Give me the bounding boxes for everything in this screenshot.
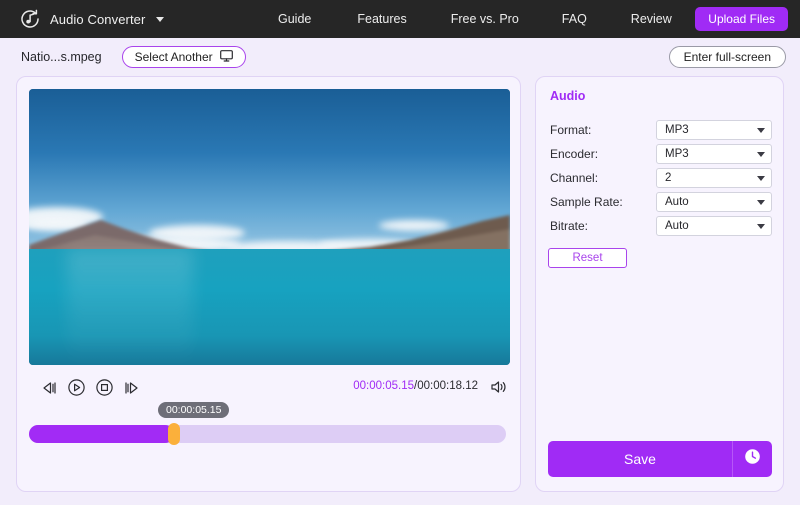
chevron-down-icon [757, 127, 765, 133]
encoder-label: Encoder: [550, 147, 599, 161]
select-another-label: Select Another [134, 50, 213, 64]
setting-row-encoder: Encoder: MP3 [550, 142, 772, 166]
progress-handle[interactable] [168, 423, 180, 445]
clock-icon [744, 448, 761, 470]
channel-label: Channel: [550, 171, 599, 185]
audio-settings-panel: Audio Format: MP3 Encoder: MP3 Channel: [535, 76, 784, 492]
panel-title: Audio [550, 89, 586, 103]
format-select[interactable]: MP3 [656, 120, 772, 140]
schedule-button[interactable] [732, 441, 772, 477]
volume-icon[interactable] [490, 379, 508, 400]
brand-logo[interactable]: Audio Converter [19, 8, 165, 30]
save-button-group: Save [548, 441, 772, 477]
encoder-select[interactable]: MP3 [656, 144, 772, 164]
setting-row-sample-rate: Sample Rate: Auto [550, 190, 772, 214]
forward-icon[interactable] [124, 381, 140, 400]
setting-row-format: Format: MP3 [550, 118, 772, 142]
setting-row-channel: Channel: 2 [550, 166, 772, 190]
settings-list: Format: MP3 Encoder: MP3 Channel: 2 Samp… [550, 118, 772, 238]
nav-link-faq[interactable]: FAQ [562, 12, 587, 26]
channel-select[interactable]: 2 [656, 168, 772, 188]
top-navigation-bar: Audio Converter Guide Features Free vs. … [0, 0, 800, 38]
scrubber-tooltip: 00:00:05.15 [158, 402, 230, 418]
stop-icon[interactable] [96, 379, 113, 401]
total-time: 00:00:18.12 [417, 380, 478, 392]
nav-link-free-vs-pro[interactable]: Free vs. Pro [451, 12, 519, 26]
bitrate-value: Auto [665, 220, 689, 232]
sample-rate-value: Auto [665, 196, 689, 208]
upload-files-button[interactable]: Upload Files [695, 7, 788, 31]
time-display: 00:00:05.15 / 00:00:18.12 [353, 380, 478, 392]
nav-link-features[interactable]: Features [357, 12, 406, 26]
water-sheen [67, 249, 193, 365]
bitrate-label: Bitrate: [550, 219, 589, 233]
brand-name: Audio Converter [50, 11, 146, 27]
play-icon[interactable] [68, 379, 85, 401]
player-controls [41, 379, 140, 401]
monitor-icon [219, 49, 233, 65]
progress-bar[interactable] [29, 423, 506, 445]
current-time: 00:00:05.15 [353, 380, 415, 392]
sample-rate-label: Sample Rate: [550, 195, 623, 209]
rewind-icon[interactable] [41, 381, 57, 400]
format-label: Format: [550, 123, 592, 137]
chevron-down-icon [757, 151, 765, 157]
select-another-button[interactable]: Select Another [121, 46, 246, 68]
chevron-down-icon [757, 199, 765, 205]
progress-fill [29, 425, 174, 443]
setting-row-bitrate: Bitrate: Auto [550, 214, 772, 238]
current-file-name: Natio...s.mpeg [21, 50, 102, 64]
main-content: 00:00:05.15 / 00:00:18.12 00:00:05.15 Au… [0, 76, 800, 492]
convert-music-icon [19, 8, 41, 30]
nav-links: Guide Features Free vs. Pro FAQ Review [278, 0, 672, 38]
channel-value: 2 [665, 172, 672, 184]
nav-link-guide[interactable]: Guide [278, 12, 311, 26]
file-toolbar: Natio...s.mpeg Select Another Enter full… [0, 38, 800, 76]
preview-panel: 00:00:05.15 / 00:00:18.12 00:00:05.15 [16, 76, 521, 492]
sample-rate-select[interactable]: Auto [656, 192, 772, 212]
format-value: MP3 [665, 124, 689, 136]
encoder-value: MP3 [665, 148, 689, 160]
reset-button[interactable]: Reset [548, 248, 627, 268]
save-button[interactable]: Save [548, 441, 732, 477]
chevron-down-icon [757, 175, 765, 181]
video-preview[interactable] [29, 89, 510, 365]
enter-fullscreen-button[interactable]: Enter full-screen [668, 46, 786, 68]
chevron-down-icon[interactable] [156, 16, 165, 22]
bitrate-select[interactable]: Auto [656, 216, 772, 236]
nav-link-review[interactable]: Review [631, 12, 672, 26]
chevron-down-icon [757, 223, 765, 229]
